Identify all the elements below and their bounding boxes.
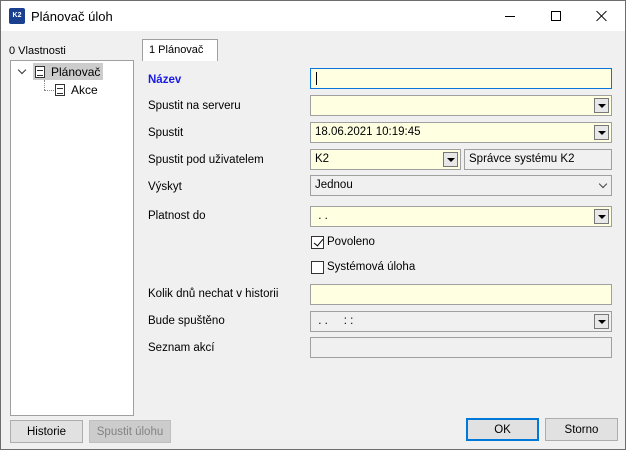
chevron-down-icon (597, 214, 606, 219)
platnost-do-label: Platnost do (148, 210, 206, 222)
tree-item-label: Akce (71, 82, 98, 97)
vyskyt-select[interactable]: Jednou (310, 175, 612, 196)
platnost-do-date[interactable]: . . (310, 206, 612, 227)
action-list-field (310, 337, 612, 358)
minimize-button[interactable] (487, 1, 533, 31)
user-select[interactable]: K2 (310, 149, 461, 170)
maximize-button[interactable] (533, 1, 579, 31)
spustit-label: Spustit (148, 127, 184, 139)
seznam-akci-label: Seznam akcí (148, 342, 215, 354)
minimize-icon (505, 15, 515, 17)
text-caret (316, 72, 317, 85)
server-select[interactable] (310, 95, 612, 116)
ok-button[interactable]: OK (466, 418, 539, 441)
spustit-pod-uzivatelem-label: Spustit pod uživatelem (148, 154, 264, 166)
chevron-down-icon (446, 157, 455, 162)
close-button[interactable] (579, 1, 625, 31)
properties-tree[interactable]: Plánovač Akce (10, 60, 134, 416)
chevron-down-icon (597, 130, 606, 135)
bude-spusteno-label: Bude spuštěno (148, 315, 225, 327)
storno-button[interactable]: Storno (545, 418, 618, 441)
next-run-datetime[interactable]: . . : : (310, 311, 612, 332)
tree-item-planovac[interactable]: Plánovač (33, 63, 103, 80)
window-title: Plánovač úloh (31, 9, 113, 24)
dropdown-button[interactable] (443, 152, 458, 167)
document-icon (35, 65, 45, 78)
history-days-input[interactable] (310, 284, 612, 305)
chevron-down-icon (598, 179, 608, 189)
tree-item-akce[interactable]: Akce (53, 81, 113, 98)
spustit-na-serveru-label: Spustit na serveru (148, 100, 241, 112)
nazev-input[interactable] (310, 68, 612, 89)
spustit-ulohu-button: Spustit úlohu (89, 420, 171, 443)
vyskyt-label: Výskyt (148, 181, 182, 193)
close-icon (596, 10, 608, 22)
chevron-down-icon (597, 103, 606, 108)
dropdown-button[interactable] (594, 98, 609, 113)
tree-item-label: Plánovač (51, 64, 101, 79)
dropdown-button[interactable] (594, 314, 609, 329)
tab-planovac[interactable]: 1 Plánovač (142, 39, 218, 61)
povoleno-checkbox[interactable] (311, 236, 324, 249)
dropdown-button[interactable] (594, 125, 609, 140)
user-description: Správce systému K2 (464, 149, 612, 170)
chevron-down-icon (597, 319, 606, 324)
spustit-datetime[interactable]: 18.06.2021 10:19:45 (310, 122, 612, 143)
title-bar[interactable]: K2 Plánovač úloh (1, 1, 625, 31)
document-icon (55, 83, 65, 96)
kolik-dnu-label: Kolik dnů nechat v historii (148, 288, 279, 300)
maximize-icon (551, 11, 561, 21)
dropdown-button[interactable] (594, 209, 609, 224)
k2-app-icon: K2 (9, 8, 25, 24)
historie-button[interactable]: Historie (10, 420, 83, 443)
systemova-uloha-label: Systémová úloha (327, 261, 416, 273)
systemova-uloha-checkbox[interactable] (311, 261, 324, 274)
tree-connector (44, 80, 45, 90)
nazev-label: Název (148, 74, 182, 86)
povoleno-label: Povoleno (327, 236, 375, 248)
properties-label: 0 Vlastnosti (9, 45, 66, 57)
scheduler-window: K2 Plánovač úloh 0 Vlastnosti Plánovač A… (0, 0, 626, 450)
chevron-down-icon[interactable] (19, 67, 27, 75)
